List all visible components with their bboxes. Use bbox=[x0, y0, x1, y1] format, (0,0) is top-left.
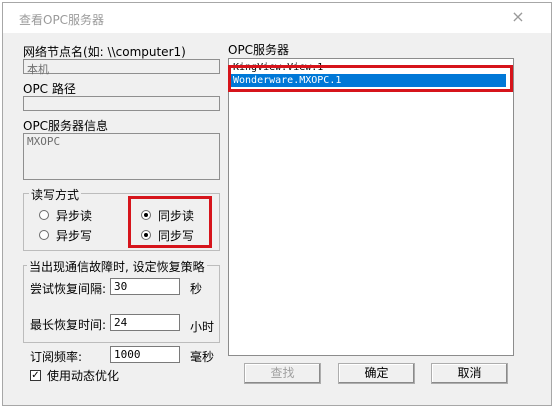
node-name-field[interactable]: 本机 bbox=[23, 59, 220, 76]
checkbox-box[interactable]: ✓ bbox=[30, 370, 41, 381]
opc-path-field[interactable] bbox=[23, 96, 220, 111]
radio-sync-read[interactable]: 同步读 bbox=[141, 207, 211, 223]
retry-interval-unit: 秒 bbox=[190, 282, 203, 296]
radio-async-read-label: 异步读 bbox=[56, 209, 93, 223]
max-recovery-input[interactable]: 24 bbox=[110, 314, 180, 331]
radio-sync-write-label: 同步写 bbox=[158, 229, 195, 243]
retry-interval-input[interactable]: 30 bbox=[110, 278, 180, 295]
dynamic-optimization-label: 使用动态优化 bbox=[47, 369, 120, 383]
radio-sync-read-circle[interactable] bbox=[141, 210, 151, 220]
recovery-title: 当出现通信故障时, 设定恢复策略 bbox=[27, 258, 207, 275]
max-recovery-label: 最长恢复时间: bbox=[30, 318, 107, 332]
radio-async-write-label: 异步写 bbox=[56, 229, 93, 243]
radio-sync-read-label: 同步读 bbox=[158, 209, 195, 223]
server-info-field[interactable]: MXOPC bbox=[23, 133, 220, 180]
server-highlight-box bbox=[228, 65, 513, 92]
subscribe-rate-input[interactable]: 1000 bbox=[110, 346, 180, 363]
max-recovery-unit: 小时 bbox=[190, 320, 215, 334]
subscribe-rate-unit: 毫秒 bbox=[190, 350, 215, 364]
node-name-label: 网络节点名(如: \\computer1) bbox=[23, 45, 186, 59]
opc-server-dialog: 查看OPC服务器 × 网络节点名(如: \\computer1) 本机 OPC … bbox=[2, 2, 552, 406]
opc-path-label: OPC 路径 bbox=[23, 82, 76, 96]
opc-servers-label: OPC服务器 bbox=[228, 43, 290, 57]
retry-interval-label: 尝试恢复间隔: bbox=[30, 282, 107, 296]
cancel-button[interactable]: 取消 bbox=[431, 363, 508, 384]
radio-async-read[interactable]: 异步读 bbox=[39, 207, 119, 223]
subscribe-rate-label: 订阅频率: bbox=[30, 350, 83, 364]
dynamic-optimization-checkbox[interactable]: ✓ 使用动态优化 bbox=[30, 367, 150, 383]
radio-async-write[interactable]: 异步写 bbox=[39, 227, 119, 243]
radio-async-write-circle[interactable] bbox=[39, 230, 49, 240]
server-info-label: OPC服务器信息 bbox=[23, 119, 109, 133]
close-icon[interactable]: × bbox=[509, 8, 527, 26]
title-bar: 查看OPC服务器 × bbox=[3, 3, 551, 33]
radio-sync-write-circle[interactable] bbox=[141, 230, 151, 240]
find-button[interactable]: 查找 bbox=[244, 363, 321, 384]
radio-async-read-circle[interactable] bbox=[39, 210, 49, 220]
radio-sync-write[interactable]: 同步写 bbox=[141, 227, 211, 243]
rw-mode-title: 读写方式 bbox=[29, 186, 82, 203]
ok-button[interactable]: 确定 bbox=[338, 363, 415, 384]
window-title: 查看OPC服务器 bbox=[19, 13, 105, 27]
opc-server-list[interactable]: KingView.View.1 Wonderware.MXOPC.1 bbox=[228, 58, 514, 356]
